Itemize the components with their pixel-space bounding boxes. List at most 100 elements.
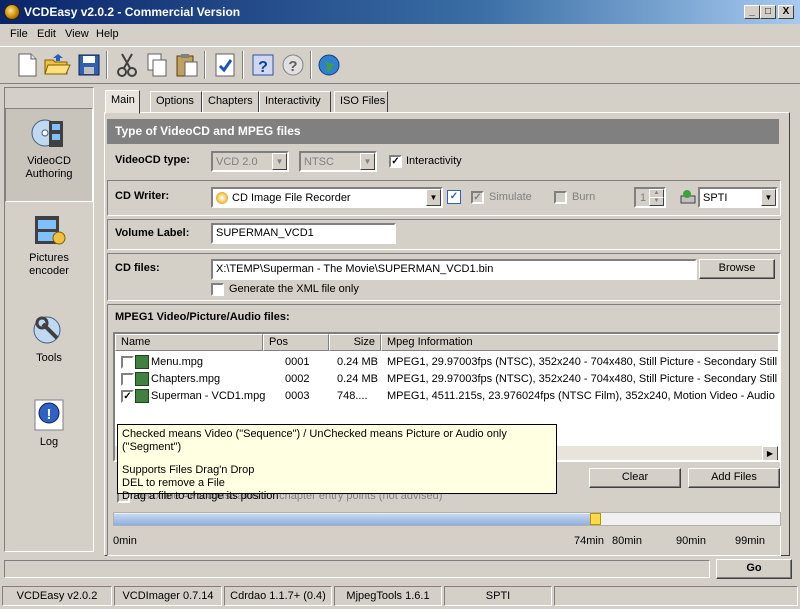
mpeg-file-icon xyxy=(135,355,149,369)
tab-chapters[interactable]: Chapters xyxy=(202,91,259,113)
column-mpeg-info[interactable]: Mpeg Information xyxy=(381,334,778,351)
toolbar-separator xyxy=(106,51,108,79)
status-empty-pane xyxy=(554,586,798,606)
mpeg-file-icon xyxy=(135,372,149,386)
toolbar-separator xyxy=(310,51,312,79)
tick-label: 74min xyxy=(574,535,604,547)
simulate-label: Simulate xyxy=(489,191,532,203)
status-interface: SPTI xyxy=(444,586,552,606)
paste-icon[interactable] xyxy=(172,50,202,80)
column-name[interactable]: Name xyxy=(115,334,263,351)
toolbar-separator xyxy=(242,51,244,79)
title-bar[interactable]: VCDEasy v2.0.2 - Commercial Version _ □ … xyxy=(0,0,800,24)
tab-options[interactable]: Options xyxy=(150,91,202,113)
tooltip-line: Supports Files Drag'n Drop xyxy=(122,464,255,476)
close-button[interactable]: X xyxy=(778,5,794,19)
tab-iso-files[interactable]: ISO Files xyxy=(334,91,388,113)
app-icon[interactable] xyxy=(4,4,20,20)
spin-down-icon[interactable]: ▼ xyxy=(649,197,664,206)
maximize-button[interactable]: □ xyxy=(760,5,776,19)
capacity-fill xyxy=(114,514,590,525)
row-checkbox[interactable]: ✓ xyxy=(121,390,134,403)
tab-main[interactable]: Main xyxy=(105,90,140,114)
volume-label-input[interactable]: SUPERMAN_VCD1 xyxy=(211,223,396,244)
menu-file[interactable]: File xyxy=(10,28,28,40)
videocd-authoring-icon xyxy=(31,119,63,147)
cd-writer-value: CD Image File Recorder xyxy=(232,191,351,204)
video-format-select[interactable]: NTSC ▼ xyxy=(299,151,377,172)
cd-files-label: CD files: xyxy=(115,262,160,274)
add-files-button[interactable]: Add Files xyxy=(688,468,780,488)
tools-icon xyxy=(33,316,61,344)
interface-select[interactable]: SPTI ▼ xyxy=(698,187,778,208)
cd-files-input[interactable]: X:\TEMP\Superman - The Movie\SUPERMAN_VC… xyxy=(211,259,697,280)
whats-this-icon[interactable]: ? xyxy=(278,50,308,80)
capacity-marker xyxy=(590,513,601,525)
status-bar: VCDEasy v2.0.2 VCDImager 0.7.14 Cdrdao 1… xyxy=(0,583,800,609)
simulate-checkbox[interactable]: ✓ xyxy=(471,191,484,204)
svg-text:?: ? xyxy=(258,59,268,76)
cd-disc-icon xyxy=(216,191,228,204)
sidebar-item-log[interactable]: ! Log xyxy=(5,390,93,452)
go-button[interactable]: Go xyxy=(716,559,792,579)
menu-edit[interactable]: Edit xyxy=(37,28,56,40)
help-icon[interactable]: ? xyxy=(248,50,278,80)
writer-properties-icon[interactable]: ✓ xyxy=(447,190,461,204)
row-info: MPEG1, 29.97003fps (NTSC), 352x240 - 704… xyxy=(387,356,778,368)
web-globe-icon[interactable] xyxy=(314,50,344,80)
table-row[interactable]: Chapters.mpg 0002 0.24 MB MPEG1, 29.9700… xyxy=(115,371,778,388)
tick-label: 90min xyxy=(676,535,706,547)
volume-label-group xyxy=(107,219,781,250)
menu-view[interactable]: View xyxy=(65,28,89,40)
sidebar-item-pictures-encoder[interactable]: Pictures encoder xyxy=(5,206,93,286)
tab-interactivity[interactable]: Interactivity xyxy=(259,91,331,113)
vcd-version-select[interactable]: VCD 2.0 ▼ xyxy=(211,151,289,172)
write-speed-value: 1 xyxy=(640,191,647,204)
tooltip-line: DEL to remove a File xyxy=(122,477,225,489)
column-pos[interactable]: Pos xyxy=(263,334,329,351)
row-checkbox[interactable] xyxy=(121,356,134,369)
row-name: Superman - VCD1.mpg xyxy=(151,390,266,402)
pictures-encoder-icon xyxy=(35,216,66,245)
menu-help[interactable]: Help xyxy=(96,28,119,40)
row-name: Chapters.mpg xyxy=(151,373,221,385)
table-row[interactable]: ✓ Superman - VCD1.mpg 0003 748.... MPEG1… xyxy=(115,388,778,405)
burn-checkbox[interactable] xyxy=(554,191,567,204)
new-file-icon[interactable] xyxy=(12,50,42,80)
sidebar-item-tools[interactable]: Tools xyxy=(5,306,93,368)
row-name: Menu.mpg xyxy=(151,356,203,368)
generate-xml-label: Generate the XML file only xyxy=(229,283,359,295)
sidebar-label-videocd: VideoCD Authoring xyxy=(6,155,92,181)
cd-writer-label: CD Writer: xyxy=(115,190,170,202)
drive-icon xyxy=(680,189,696,205)
copy-icon[interactable] xyxy=(142,50,172,80)
sidebar-item-videocd-authoring[interactable]: VideoCD Authoring xyxy=(5,108,93,202)
browse-button[interactable]: Browse xyxy=(699,259,775,279)
tick-label: 99min xyxy=(735,535,765,547)
write-speed-spinner[interactable]: 1 ▲ ▼ xyxy=(634,187,666,208)
table-row[interactable]: Menu.mpg 0001 0.24 MB MPEG1, 29.97003fps… xyxy=(115,354,778,371)
cut-icon[interactable] xyxy=(112,50,142,80)
scroll-right-icon[interactable]: ▶ xyxy=(762,446,778,460)
cd-writer-select[interactable]: CD Image File Recorder ▼ xyxy=(211,187,443,208)
svg-text:?: ? xyxy=(288,58,297,75)
cd-capacity-bar xyxy=(113,512,781,526)
sidebar: VideoCD Authoring Pictures encoder Tools… xyxy=(4,87,94,552)
row-checkbox[interactable] xyxy=(121,373,134,386)
row-size: 748.... xyxy=(337,390,368,402)
column-size[interactable]: Size xyxy=(329,334,381,351)
check-document-icon[interactable] xyxy=(210,50,240,80)
interactivity-checkbox[interactable]: ✓ xyxy=(389,155,402,168)
video-format-value: NTSC xyxy=(304,155,334,168)
minimize-button[interactable]: _ xyxy=(744,5,760,19)
tooltip-line: Checked means Video ("Sequence") / UnChe… xyxy=(122,428,507,453)
save-icon[interactable] xyxy=(74,50,104,80)
chevron-down-icon: ▼ xyxy=(761,189,776,206)
chevron-down-icon: ▼ xyxy=(272,153,287,170)
window-title: VCDEasy v2.0.2 - Commercial Version xyxy=(24,5,241,19)
generate-xml-checkbox[interactable] xyxy=(211,283,224,296)
clear-button[interactable]: Clear xyxy=(589,468,681,488)
message-area xyxy=(4,560,710,578)
mpeg-file-icon xyxy=(135,389,149,403)
open-folder-icon[interactable] xyxy=(42,50,72,80)
